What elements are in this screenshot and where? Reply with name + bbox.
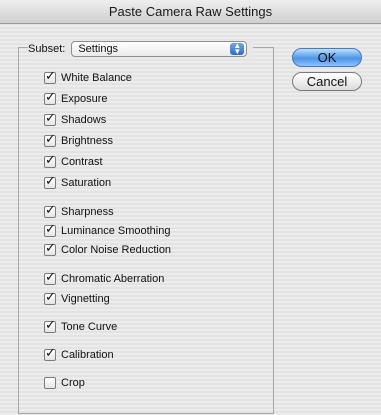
option-sharpness[interactable]: ✓ Sharpness: [44, 202, 114, 219]
ok-button[interactable]: OK: [292, 48, 362, 67]
subset-row: Subset: Settings ▲ ▼: [28, 40, 254, 58]
option-white-balance[interactable]: ✓ White Balance: [44, 68, 132, 85]
checkmark-icon: ✓: [45, 317, 56, 332]
checkbox[interactable]: ✓: [44, 89, 56, 105]
option-label: Crop: [61, 377, 85, 389]
chevron-updown-icon: ▲ ▼: [230, 42, 245, 56]
option-saturation[interactable]: ✓ Saturation: [44, 173, 112, 190]
checkbox[interactable]: ✓: [44, 289, 56, 305]
checkmark-icon: ✓: [45, 289, 56, 304]
option-label: White Balance: [61, 72, 132, 84]
checkbox[interactable]: ✓: [44, 202, 56, 218]
checkmark-icon: ✓: [45, 269, 56, 284]
checkbox[interactable]: ✓: [44, 131, 56, 147]
checkbox[interactable]: ✓: [44, 269, 56, 285]
dialog-content: Subset: Settings ▲ ▼ ✓ White Balance ✓ Ex…: [0, 24, 381, 415]
checkmark-icon: ✓: [45, 131, 56, 146]
checkmark-icon: ✓: [45, 221, 56, 236]
option-label: Exposure: [61, 93, 108, 105]
checkbox[interactable]: ✓: [44, 110, 56, 126]
option-color-noise-reduction[interactable]: ✓ Color Noise Reduction: [44, 240, 172, 257]
cancel-button[interactable]: Cancel: [292, 72, 362, 91]
checkbox[interactable]: ✓: [44, 240, 56, 256]
option-crop[interactable]: Crop: [44, 376, 85, 390]
subset-select-value: Settings: [78, 43, 119, 55]
option-label: Chromatic Aberration: [61, 273, 165, 285]
subset-label: Subset:: [28, 43, 66, 55]
checkbox[interactable]: [44, 377, 56, 389]
checkmark-icon: ✓: [45, 345, 56, 360]
option-label: Tone Curve: [61, 321, 118, 333]
checkbox[interactable]: ✓: [44, 317, 56, 333]
checkmark-icon: ✓: [45, 110, 56, 125]
option-contrast[interactable]: ✓ Contrast: [44, 152, 103, 169]
paste-camera-raw-dialog: Paste Camera Raw Settings Subset: Settin…: [0, 0, 381, 415]
option-calibration[interactable]: ✓ Calibration: [44, 345, 114, 362]
option-label: Sharpness: [61, 206, 114, 218]
option-tone-curve[interactable]: ✓ Tone Curve: [44, 317, 118, 334]
checkmark-icon: ✓: [45, 240, 56, 255]
checkmark-icon: ✓: [45, 89, 56, 104]
checkmark-icon: ✓: [45, 173, 56, 188]
option-chromatic-aberration[interactable]: ✓ Chromatic Aberration: [44, 269, 165, 286]
option-vignetting[interactable]: ✓ Vignetting: [44, 289, 110, 306]
checkbox[interactable]: ✓: [44, 173, 56, 189]
option-label: Color Noise Reduction: [61, 244, 172, 256]
option-luminance-smoothing[interactable]: ✓ Luminance Smoothing: [44, 221, 171, 238]
checkbox[interactable]: ✓: [44, 221, 56, 237]
checkmark-icon: ✓: [45, 202, 56, 217]
option-label: Luminance Smoothing: [61, 225, 171, 237]
option-label: Saturation: [61, 177, 112, 189]
checkbox[interactable]: ✓: [44, 345, 56, 361]
checkbox[interactable]: ✓: [44, 152, 56, 168]
checkmark-icon: ✓: [45, 68, 56, 83]
checkbox[interactable]: ✓: [44, 68, 56, 84]
option-label: Calibration: [61, 349, 114, 361]
window-title: Paste Camera Raw Settings: [0, 0, 381, 24]
option-label: Contrast: [61, 156, 103, 168]
checkmark-icon: ✓: [45, 152, 56, 167]
option-label: Shadows: [61, 114, 107, 126]
option-exposure[interactable]: ✓ Exposure: [44, 89, 108, 106]
option-label: Brightness: [61, 135, 113, 147]
option-shadows[interactable]: ✓ Shadows: [44, 110, 107, 127]
option-label: Vignetting: [61, 293, 110, 305]
subset-select[interactable]: Settings ▲ ▼: [71, 41, 248, 57]
option-brightness[interactable]: ✓ Brightness: [44, 131, 113, 148]
